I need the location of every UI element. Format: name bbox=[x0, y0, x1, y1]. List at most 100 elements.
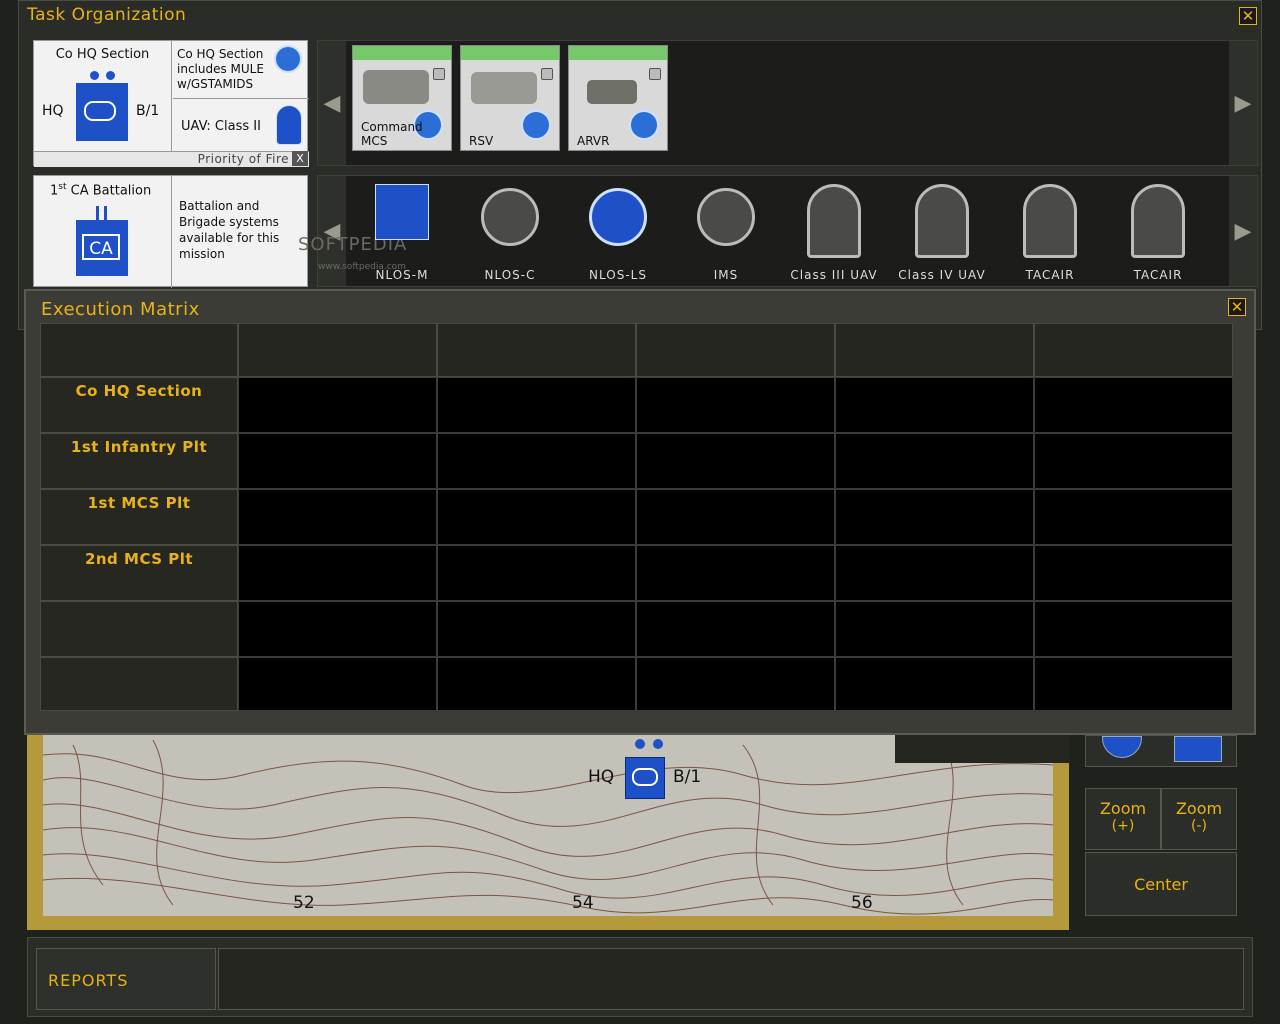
matrix-cell[interactable] bbox=[437, 601, 636, 657]
matrix-cell[interactable] bbox=[1034, 545, 1233, 601]
tactical-map[interactable]: HQ B/1 52 54 56 bbox=[27, 735, 1069, 930]
vehicle-strip-left-arrow[interactable]: ◀ bbox=[318, 41, 346, 165]
task-organization-title: Task Organization bbox=[27, 5, 187, 25]
matrix-row-label: Co HQ Section bbox=[40, 377, 238, 433]
asset-strip-right-arrow[interactable]: ▶ bbox=[1229, 176, 1257, 286]
vehicle-label: ARVR bbox=[577, 134, 610, 148]
unit-select-strip bbox=[1085, 735, 1237, 767]
asset-label: NLOS-M bbox=[375, 268, 429, 282]
asset-class-iii-uav[interactable]: Class III UAV bbox=[780, 176, 888, 286]
task-organization-window: Task Organization ✕ Co HQ Section HQ B/1… bbox=[18, 0, 1262, 330]
unit-dot-icon bbox=[106, 71, 115, 80]
asset-class-iv-uav[interactable]: Class IV UAV bbox=[888, 176, 996, 286]
matrix-cell[interactable] bbox=[636, 545, 835, 601]
zoom-in-button[interactable]: Zoom (+) bbox=[1085, 788, 1161, 850]
asset-strip: ◀ SOFTPEDIA www.softpedia.com NLOS-M NLO… bbox=[298, 175, 1258, 287]
unit-dot-icon bbox=[653, 739, 663, 749]
matrix-cell[interactable] bbox=[636, 433, 835, 489]
unit-icon[interactable] bbox=[1174, 736, 1222, 762]
matrix-row-label: 2nd MCS Plt bbox=[40, 545, 238, 601]
execution-matrix-close-button[interactable]: ✕ bbox=[1228, 298, 1246, 316]
battalion-title: 1st CA Battalion bbox=[50, 182, 151, 198]
armor-icon bbox=[632, 768, 658, 786]
vehicle-status-bar bbox=[353, 46, 451, 60]
matrix-cell[interactable] bbox=[835, 601, 1034, 657]
vehicle-badge-icon bbox=[629, 110, 659, 140]
matrix-cell[interactable] bbox=[835, 489, 1034, 545]
matrix-cell[interactable] bbox=[636, 489, 835, 545]
asset-label: Class III UAV bbox=[790, 268, 878, 282]
lock-icon bbox=[649, 68, 661, 80]
matrix-cell[interactable] bbox=[636, 377, 835, 433]
battalion-symbol-cell: 1st CA Battalion CA bbox=[34, 176, 172, 288]
asset-label: TACAIR bbox=[1133, 268, 1183, 282]
matrix-cell[interactable] bbox=[437, 433, 636, 489]
asset-tacair-2[interactable]: TACAIR bbox=[1104, 176, 1212, 286]
execution-matrix-title: Execution Matrix bbox=[41, 299, 200, 320]
center-label: Center bbox=[1134, 875, 1188, 894]
matrix-cell[interactable] bbox=[636, 657, 835, 711]
unit-dot-icon bbox=[90, 71, 99, 80]
reports-button[interactable]: REPORTS bbox=[36, 948, 216, 1010]
asset-nlos-c[interactable]: NLOS-C bbox=[456, 176, 564, 286]
matrix-cell[interactable] bbox=[1034, 657, 1233, 711]
task-organization-close-button[interactable]: ✕ bbox=[1239, 7, 1257, 25]
matrix-cell[interactable] bbox=[238, 489, 437, 545]
matrix-corner-cell bbox=[40, 323, 238, 377]
zoom-in-label: Zoom bbox=[1099, 799, 1147, 818]
matrix-header-cell bbox=[636, 323, 835, 377]
nlos-ls-icon bbox=[589, 188, 647, 246]
matrix-cell[interactable] bbox=[835, 657, 1034, 711]
asset-nlos-ls[interactable]: NLOS-LS bbox=[564, 176, 672, 286]
asset-label: Class IV UAV bbox=[898, 268, 986, 282]
ca-unit-symbol: CA bbox=[76, 220, 128, 276]
matrix-cell[interactable] bbox=[437, 545, 636, 601]
matrix-cell[interactable] bbox=[437, 657, 636, 711]
asset-tacair-1[interactable]: TACAIR bbox=[996, 176, 1104, 286]
vehicle-label: Command MCS bbox=[361, 120, 423, 148]
asset-label: NLOS-LS bbox=[589, 268, 647, 282]
unit-icon[interactable] bbox=[1102, 736, 1142, 758]
hq-section-card[interactable]: Co HQ Section HQ B/1 Co HQ Section inclu… bbox=[33, 40, 309, 167]
center-button[interactable]: Center bbox=[1085, 852, 1237, 916]
matrix-cell[interactable] bbox=[1034, 489, 1233, 545]
unit-dot-icon bbox=[635, 739, 645, 749]
reports-panel bbox=[218, 948, 1244, 1010]
asset-ims[interactable]: IMS bbox=[672, 176, 780, 286]
matrix-cell[interactable] bbox=[238, 601, 437, 657]
matrix-cell[interactable] bbox=[835, 545, 1034, 601]
vehicle-card-rsv[interactable]: RSV bbox=[460, 45, 560, 151]
map-unit-symbol[interactable] bbox=[625, 757, 665, 799]
priority-of-fire: Priority of Fire bbox=[34, 151, 309, 167]
matrix-cell[interactable] bbox=[437, 377, 636, 433]
hq-right-label: B/1 bbox=[136, 103, 160, 119]
battalion-title-sup: st bbox=[58, 182, 67, 192]
matrix-cell[interactable] bbox=[238, 657, 437, 711]
tacair-icon bbox=[1131, 184, 1185, 258]
matrix-cell[interactable] bbox=[437, 489, 636, 545]
vehicle-strip-right-arrow[interactable]: ▶ bbox=[1229, 41, 1257, 165]
vehicle-strip: ◀ Command MCS RSV ARVR ▶ bbox=[317, 40, 1258, 166]
matrix-cell[interactable] bbox=[1034, 377, 1233, 433]
matrix-cell[interactable] bbox=[636, 601, 835, 657]
matrix-cell[interactable] bbox=[238, 377, 437, 433]
matrix-cell[interactable] bbox=[835, 433, 1034, 489]
matrix-cell[interactable] bbox=[835, 377, 1034, 433]
reports-label: REPORTS bbox=[48, 971, 129, 990]
mule-icon bbox=[274, 45, 302, 73]
ca-symbol-text: CA bbox=[82, 234, 120, 260]
matrix-cell[interactable] bbox=[238, 545, 437, 601]
vehicle-card-arvr[interactable]: ARVR bbox=[568, 45, 668, 151]
vehicle-status-bar bbox=[461, 46, 559, 60]
zoom-out-button[interactable]: Zoom (-) bbox=[1161, 788, 1237, 850]
asset-nlos-m[interactable]: NLOS-M bbox=[348, 176, 456, 286]
matrix-cell[interactable] bbox=[1034, 433, 1233, 489]
priority-close-button[interactable]: X bbox=[292, 151, 308, 166]
zoom-out-sub: (-) bbox=[1191, 818, 1207, 834]
vehicle-card-command-mcs[interactable]: Command MCS bbox=[352, 45, 452, 151]
matrix-cell[interactable] bbox=[238, 433, 437, 489]
matrix-cell[interactable] bbox=[1034, 601, 1233, 657]
battalion-card[interactable]: 1st CA Battalion CA Battalion and Brigad… bbox=[33, 175, 308, 288]
hq-card-title: Co HQ Section bbox=[55, 47, 150, 62]
vehicle-badge-icon bbox=[521, 110, 551, 140]
